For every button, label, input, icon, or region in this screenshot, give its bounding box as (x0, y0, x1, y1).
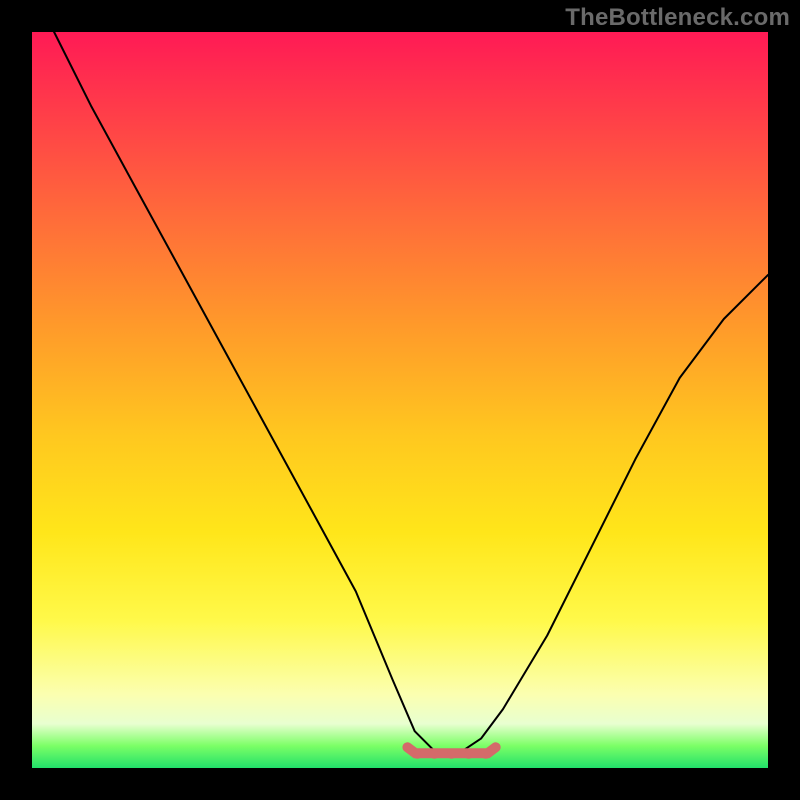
chart-svg (32, 32, 768, 768)
watermark-text: TheBottleneck.com (565, 4, 790, 32)
bottleneck-curve (54, 32, 768, 753)
plot-area (32, 32, 768, 768)
chart-frame: TheBottleneck.com (0, 0, 800, 800)
